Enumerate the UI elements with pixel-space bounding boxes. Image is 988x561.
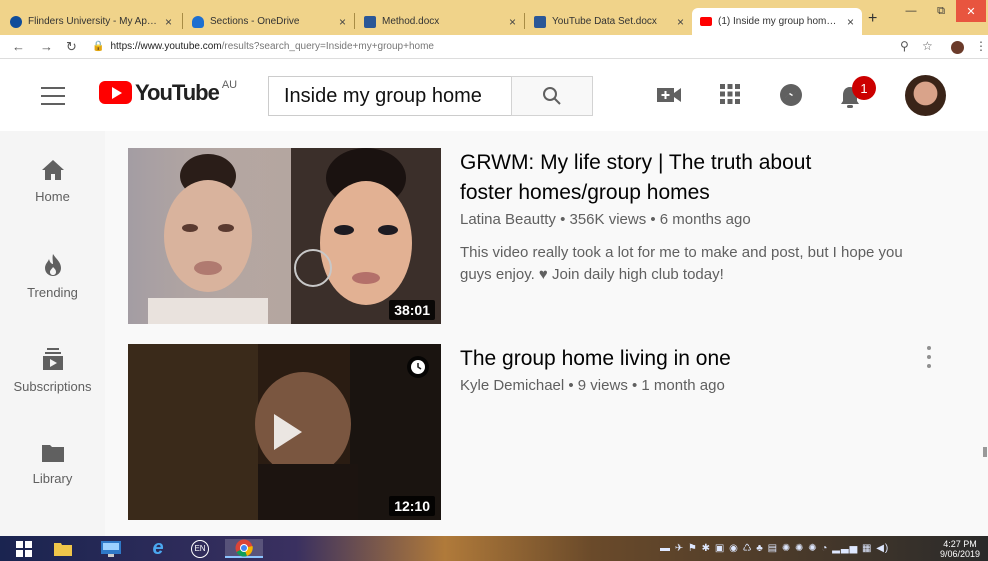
tab-method-docx[interactable]: Method.docx × <box>356 8 524 35</box>
back-arrow-icon[interactable]: ← <box>12 39 25 54</box>
address-bar: ← → ↻ 🔒 https://www.youtube.com/results?s… <box>0 35 988 59</box>
video-thumbnail[interactable]: 38:01 <box>128 148 441 324</box>
language-indicator[interactable]: EN <box>190 539 210 558</box>
lock-icon: 🔒 <box>92 41 105 52</box>
file-explorer-icon[interactable] <box>52 539 74 558</box>
search-icon <box>543 87 561 105</box>
onedrive-cloud-icon <box>192 15 204 28</box>
folder-icon <box>41 445 64 462</box>
tab-youtube-active[interactable]: (1) Inside my group home - You × <box>692 8 862 35</box>
sidebar-item-subscriptions[interactable]: Subscriptions <box>0 347 105 394</box>
mini-guide-sidebar: Home Trending Subscriptions Library <box>0 131 105 536</box>
youtube-favicon-icon <box>700 17 712 26</box>
close-icon[interactable]: × <box>677 15 684 29</box>
word-doc-icon <box>534 15 546 28</box>
search-input[interactable]: Inside my group home <box>268 76 511 116</box>
desktop-app-icon[interactable] <box>100 539 122 558</box>
more-options-icon[interactable] <box>923 346 935 368</box>
video-description: This video really took a lot for me to m… <box>460 244 903 261</box>
sidebar-item-library[interactable]: Library <box>0 443 105 486</box>
windows-taskbar: e EN ▬ ✈ ⚑ ✱ ▣ ◉ ♺ ♣ ▤ ✺ ✺ ✺ ◔ ▂▃▅ ▦ ◀) … <box>0 536 988 561</box>
video-metadata: Kyle Demichael • 9 views • 1 month ago <box>460 377 725 394</box>
video-thumbnail[interactable]: 12:10 <box>128 344 441 520</box>
tab-onedrive[interactable]: Sections - OneDrive × <box>184 8 354 35</box>
tab-youtube-data-set[interactable]: YouTube Data Set.docx × <box>526 8 692 35</box>
reload-icon[interactable]: ↻ <box>66 39 77 55</box>
chrome-profile-avatar[interactable] <box>951 41 964 54</box>
hamburger-menu-icon[interactable] <box>41 87 65 105</box>
page-scrollbar[interactable] <box>983 447 987 457</box>
thumbnail-image <box>128 344 441 520</box>
create-video-icon[interactable] <box>656 85 682 105</box>
account-avatar[interactable] <box>905 75 946 116</box>
search-button[interactable] <box>511 76 593 116</box>
forward-arrow-icon[interactable]: → <box>40 39 53 54</box>
video-metadata: Latina Beautty • 356K views • 6 months a… <box>460 211 751 228</box>
youtube-masthead: YouTube AU Inside my group home 1 <box>0 59 988 131</box>
internet-explorer-icon[interactable]: e <box>146 537 170 559</box>
zoom-icon[interactable]: ⚲ <box>900 39 909 53</box>
restore-window-icon[interactable]: ⧉ <box>926 0 956 22</box>
youtube-logo[interactable]: YouTube AU <box>99 79 237 105</box>
tab-separator <box>182 13 183 29</box>
bookmark-star-icon[interactable]: ☆ <box>922 39 933 53</box>
tab-separator <box>524 13 525 29</box>
browser-tab-strip: Flinders University - My Applicat × Sect… <box>0 0 988 35</box>
flame-icon <box>44 254 61 276</box>
windows-start-icon[interactable] <box>14 539 34 558</box>
video-description-line2: guys enjoy. ♥ Join daily high club today… <box>460 266 724 283</box>
video-duration: 38:01 <box>389 300 435 320</box>
video-title[interactable]: GRWM: My life story | The truth about <box>460 148 811 178</box>
tab-flinders[interactable]: Flinders University - My Applicat × <box>2 8 180 35</box>
close-window-icon[interactable]: ✕ <box>956 0 986 22</box>
close-icon[interactable]: × <box>339 15 346 29</box>
new-tab-button[interactable]: + <box>868 10 877 28</box>
url-field[interactable]: 🔒 https://www.youtube.com/results?search_… <box>92 41 434 52</box>
chrome-taskbar-button[interactable] <box>225 539 263 558</box>
notification-count-badge: 1 <box>852 76 876 100</box>
sidebar-item-trending[interactable]: Trending <box>0 253 105 300</box>
video-title-line2[interactable]: foster homes/group homes <box>460 178 710 208</box>
chrome-icon <box>235 539 253 557</box>
close-icon[interactable]: × <box>165 15 172 29</box>
tab-separator <box>354 13 355 29</box>
youtube-play-logo-icon <box>99 81 132 104</box>
video-duration: 12:10 <box>389 496 435 516</box>
system-clock[interactable]: 4:27 PM 9/06/2019 <box>940 539 980 559</box>
apps-grid-icon[interactable] <box>720 84 740 104</box>
system-tray-icons[interactable]: ▬ ✈ ⚑ ✱ ▣ ◉ ♺ ♣ ▤ ✺ ✺ ✺ ◔ ▂▃▅ ▦ ◀) <box>660 543 930 554</box>
chrome-menu-icon[interactable]: ⋮ <box>975 39 987 53</box>
video-title[interactable]: The group home living in one <box>460 344 731 374</box>
minimize-window-icon[interactable]: — <box>896 0 926 22</box>
watch-later-clock-icon[interactable] <box>407 356 429 378</box>
close-icon[interactable]: × <box>509 15 516 29</box>
flinders-favicon-icon <box>10 15 22 28</box>
video-result[interactable]: 38:01 GRWM: My life story | The truth ab… <box>128 148 968 324</box>
video-result[interactable]: 12:10 The group home living in one Kyle … <box>128 344 968 520</box>
thumbnail-image <box>128 148 441 324</box>
word-doc-icon <box>364 15 376 28</box>
messages-icon[interactable] <box>779 83 803 107</box>
close-icon[interactable]: × <box>847 15 854 29</box>
subscriptions-icon <box>42 348 63 370</box>
sidebar-item-home[interactable]: Home <box>0 159 105 204</box>
home-icon <box>41 160 64 180</box>
